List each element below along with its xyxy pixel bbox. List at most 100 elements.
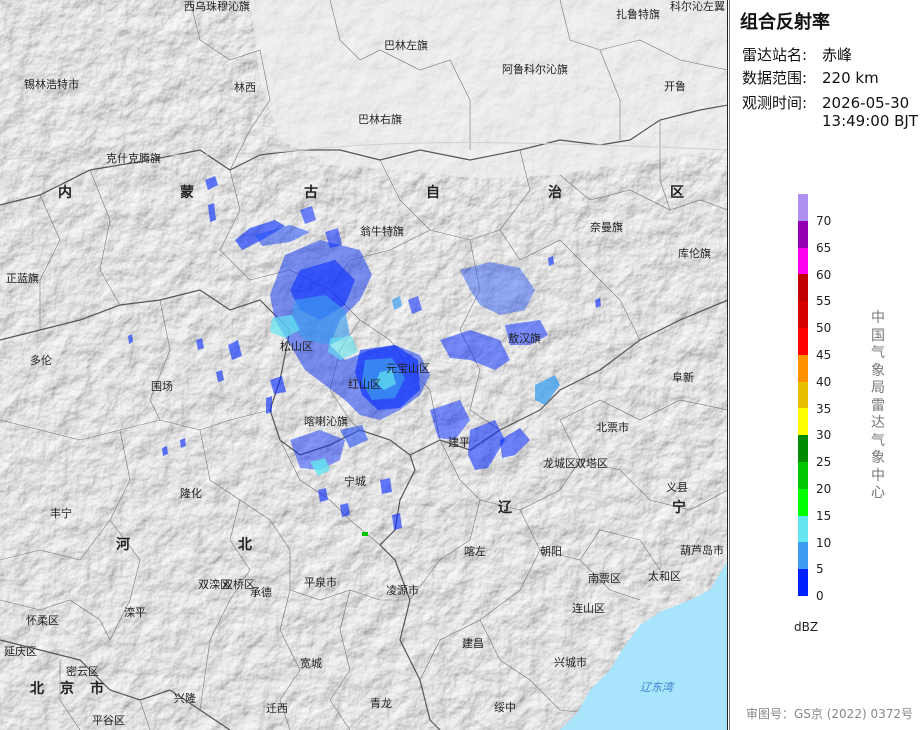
- legend-swatch: [798, 569, 808, 597]
- place-label: 滦平: [124, 605, 146, 619]
- place-label: 双塔区: [575, 457, 608, 470]
- place-label: 锡林浩特市: [24, 77, 79, 91]
- region-label: 自: [426, 184, 440, 201]
- sea-label: 辽东湾: [640, 681, 675, 694]
- place-label: 朝阳: [540, 545, 562, 558]
- region-label: 京: [60, 680, 74, 697]
- legend-swatch: [798, 274, 808, 302]
- place-label: 平谷区: [92, 714, 125, 727]
- legend-swatch: [798, 462, 808, 489]
- region-label: 辽: [498, 500, 513, 516]
- place-label: 敖汉旗: [508, 331, 541, 345]
- place-label: 太和区: [648, 570, 681, 583]
- place-label: 绥中: [494, 701, 516, 714]
- map-canvas: 西乌珠穆沁旗 科尔沁左翼 扎鲁特旗 巴林左旗 阿鲁科尔沁旗 锡林浩特市 林西 开…: [0, 0, 727, 730]
- legend-label: 45: [816, 348, 832, 362]
- legend-swatch: [798, 220, 808, 248]
- place-label: 开鲁: [664, 79, 686, 93]
- place-label: 松山区: [280, 339, 313, 353]
- legend-label: 25: [816, 455, 832, 470]
- place-label: 宁城: [344, 474, 366, 488]
- place-label: 巴林左旗: [384, 38, 428, 52]
- place-label: 义县: [666, 481, 688, 494]
- place-label: 喀左: [464, 545, 486, 558]
- place-label: 兴隆: [174, 691, 196, 705]
- range-value: 220 km: [822, 69, 879, 87]
- place-label: 建昌: [462, 636, 484, 650]
- legend-swatch: [798, 408, 808, 436]
- place-label: 西乌珠穆沁旗: [184, 0, 250, 13]
- region-label: 区: [670, 185, 684, 201]
- legend-swatch: [798, 435, 808, 463]
- station-value: 赤峰: [822, 46, 853, 64]
- place-label: 连山区: [572, 602, 605, 615]
- legend-label: 10: [816, 535, 832, 550]
- source-vertical-text: 中国气象局雷达气象中心: [871, 310, 885, 501]
- product-title: 组合反射率: [740, 12, 830, 33]
- place-label: 北票市: [596, 420, 629, 434]
- place-label: 隆化: [180, 486, 202, 500]
- legend-swatch: [798, 354, 808, 382]
- region-label: 市: [90, 680, 104, 697]
- place-label: 库伦旗: [678, 246, 711, 260]
- time-row: 观测时间: 2026-05-30: [742, 92, 909, 113]
- legend-label: 65: [816, 240, 832, 255]
- place-label: 宽城: [300, 656, 322, 670]
- place-label: 红山区: [348, 378, 381, 391]
- legend-label: 50: [816, 321, 832, 336]
- place-label: 科尔沁左翼: [670, 0, 725, 13]
- place-label: 翁牛特旗: [360, 224, 404, 238]
- place-label: 双桥区: [222, 578, 255, 591]
- place-label: 龙城区: [543, 457, 576, 470]
- place-label: 喀喇沁旗: [304, 414, 348, 428]
- legend-swatch: [798, 194, 808, 221]
- legend-swatch: [798, 301, 808, 329]
- legend-swatch: [798, 542, 808, 570]
- legend-swatch: [798, 247, 808, 275]
- place-label: 丰宁: [50, 506, 72, 520]
- station-row: 雷达站名: 赤峰: [742, 44, 852, 65]
- place-label: 奈曼旗: [590, 220, 623, 234]
- info-panel: 组合反射率 雷达站名: 赤峰 数据范围: 220 km 观测时间: 2026-05-3…: [729, 0, 920, 730]
- radar-map[interactable]: 西乌珠穆沁旗 科尔沁左翼 扎鲁特旗 巴林左旗 阿鲁科尔沁旗 锡林浩特市 林西 开…: [0, 0, 728, 730]
- place-label: 延庆区: [4, 644, 37, 658]
- range-label: 数据范围:: [742, 69, 808, 87]
- legend-label: 5: [816, 562, 824, 577]
- legend-label: 0: [816, 589, 824, 604]
- place-label: 怀柔区: [26, 614, 59, 627]
- radar-viewer: 西乌珠穆沁旗 科尔沁左翼 扎鲁特旗 巴林左旗 阿鲁科尔沁旗 锡林浩特市 林西 开…: [0, 0, 920, 730]
- place-label: 南票区: [588, 572, 621, 585]
- region-label: 北: [238, 537, 252, 553]
- region-label: 古: [304, 184, 318, 201]
- legend-label: 40: [816, 374, 832, 389]
- legend-label: 60: [816, 267, 832, 282]
- place-label: 扎鲁特旗: [616, 7, 660, 21]
- legend-swatch: [798, 515, 808, 543]
- place-label: 兴城市: [554, 655, 587, 669]
- legend-unit: dBZ: [794, 620, 819, 634]
- legend-label: 55: [816, 294, 832, 309]
- region-label: 北: [30, 681, 44, 697]
- place-label: 克什克腾旗: [106, 151, 161, 165]
- station-label: 雷达站名:: [742, 46, 808, 64]
- place-label: 林西: [234, 80, 256, 94]
- legend-label: 70: [816, 214, 832, 228]
- region-label: 蒙: [180, 184, 194, 201]
- place-label: 正蓝旗: [6, 271, 39, 285]
- legend-label: 15: [816, 508, 832, 523]
- place-label: 阜新: [672, 370, 694, 384]
- legend-swatch: [798, 381, 808, 409]
- time-value-clock: 13:49:00 BJT: [822, 112, 919, 130]
- place-label: 凌源市: [386, 583, 419, 597]
- place-label: 迁西: [266, 702, 288, 715]
- legend-swatch: [798, 328, 808, 355]
- plain-area: [250, 0, 727, 178]
- place-label: 青龙: [370, 697, 392, 710]
- place-label: 建平: [448, 435, 470, 449]
- region-label: 内: [58, 184, 72, 201]
- legend-label: 20: [816, 482, 832, 496]
- legend-label: 30: [816, 428, 832, 443]
- region-label: 宁: [672, 499, 686, 516]
- place-label: 巴林右旗: [358, 112, 402, 126]
- time-label: 观测时间:: [742, 94, 808, 112]
